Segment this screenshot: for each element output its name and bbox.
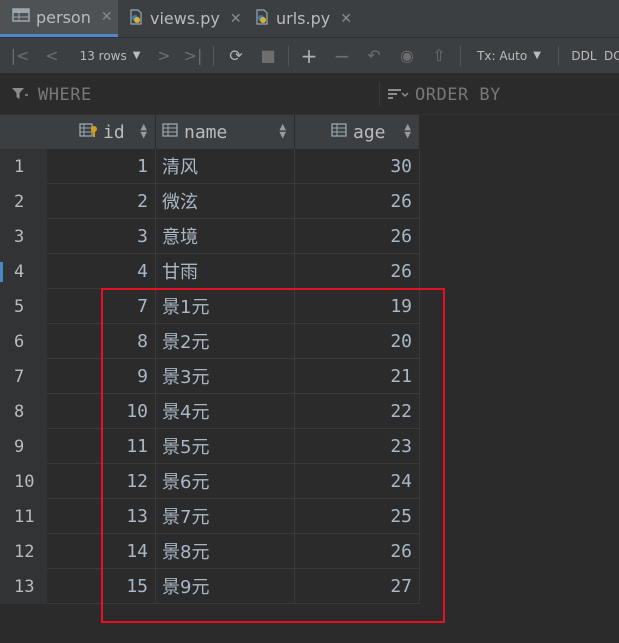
filter-icon xyxy=(11,86,29,106)
row-number: 4 xyxy=(0,254,47,289)
close-icon[interactable]: ✕ xyxy=(101,9,113,25)
cell-age[interactable]: 26 xyxy=(295,184,420,219)
current-row-marker xyxy=(0,262,3,282)
last-page-icon[interactable]: >| xyxy=(180,38,206,73)
rows-count-dropdown[interactable]: 13 rows ▼ xyxy=(70,38,150,73)
sort-icon xyxy=(387,86,409,106)
python-file-icon xyxy=(128,8,144,29)
cell-name[interactable]: 微泫 xyxy=(156,184,295,219)
tx-mode-label: Tx: Auto xyxy=(477,48,528,63)
sort-toggle-icon[interactable]: ▲ ▼ xyxy=(279,121,286,140)
row-number: 10 xyxy=(0,464,47,499)
row-number: 3 xyxy=(0,219,47,254)
tab-urls-py[interactable]: urls.py ✕ xyxy=(254,0,364,37)
filter-divider xyxy=(379,82,380,106)
cell-name[interactable]: 意境 xyxy=(156,219,295,254)
primary-key-column-icon xyxy=(79,122,99,143)
cell-id[interactable]: 3 xyxy=(47,219,156,254)
row-number: 2 xyxy=(0,184,47,219)
cell-name[interactable]: 甘雨 xyxy=(156,254,295,289)
revert-icon[interactable]: ↶ xyxy=(362,38,386,73)
dc-button[interactable]: DC xyxy=(604,38,619,73)
column-header-label: age xyxy=(353,121,386,143)
tab-label: person xyxy=(36,7,91,27)
row-number: 1 xyxy=(0,149,47,184)
dc-label: DC xyxy=(604,48,619,63)
row-number: 11 xyxy=(0,499,47,534)
tab-label: urls.py xyxy=(276,9,331,28)
rows-count-label: 13 rows xyxy=(79,48,127,63)
column-header-id[interactable]: id ▲ ▼ xyxy=(47,115,156,149)
column-header-name[interactable]: name ▲ ▼ xyxy=(156,115,295,149)
cell-id[interactable]: 1 xyxy=(47,149,156,184)
submit-icon[interactable]: ◉ xyxy=(395,38,419,73)
toolbar-divider xyxy=(460,46,461,66)
column-header-label: id xyxy=(103,121,125,143)
delete-row-icon[interactable]: − xyxy=(330,38,354,73)
upload-icon[interactable]: ⇧ xyxy=(427,38,451,73)
stop-icon[interactable]: ■ xyxy=(256,38,280,73)
previous-page-icon[interactable]: < xyxy=(40,38,64,73)
cell-age[interactable]: 26 xyxy=(295,219,420,254)
cell-name[interactable]: 清风 xyxy=(156,149,295,184)
python-file-icon xyxy=(254,8,270,29)
add-row-icon[interactable]: + xyxy=(297,38,321,73)
highlight-box xyxy=(101,288,445,623)
row-number: 8 xyxy=(0,394,47,429)
row-number: 6 xyxy=(0,324,47,359)
ddl-button[interactable]: DDL xyxy=(566,38,602,73)
grid-corner xyxy=(0,115,47,149)
next-page-icon[interactable]: > xyxy=(152,38,176,73)
close-icon[interactable]: ✕ xyxy=(230,11,242,27)
row-number: 13 xyxy=(0,569,47,604)
cell-age[interactable]: 30 xyxy=(295,149,420,184)
toolbar-divider xyxy=(213,46,214,66)
tab-person[interactable]: person ✕ xyxy=(0,0,118,37)
chevron-down-icon: ▼ xyxy=(533,50,541,61)
column-icon xyxy=(162,122,178,143)
first-page-icon[interactable]: |< xyxy=(8,38,32,73)
close-icon[interactable]: ✕ xyxy=(340,11,352,27)
filter-bar: WHERE ORDER BY xyxy=(0,74,619,115)
order-by-input[interactable]: ORDER BY xyxy=(415,85,501,105)
editor-tab-bar: person ✕ views.py ✕ urls.py ✕ xyxy=(0,0,619,38)
refresh-icon[interactable]: ⟳ xyxy=(224,38,248,73)
row-number: 9 xyxy=(0,429,47,464)
column-header-label: name xyxy=(184,121,228,143)
tab-views-py[interactable]: views.py ✕ xyxy=(128,0,246,37)
sort-toggle-icon[interactable]: ▲ ▼ xyxy=(140,121,147,140)
sort-toggle-icon[interactable]: ▲ ▼ xyxy=(404,121,411,140)
table-icon xyxy=(12,7,30,27)
ddl-label: DDL xyxy=(571,48,597,63)
column-icon xyxy=(331,122,347,143)
row-number: 5 xyxy=(0,289,47,324)
cell-id[interactable]: 2 xyxy=(47,184,156,219)
column-header-age[interactable]: age ▲ ▼ xyxy=(295,115,420,149)
row-number: 12 xyxy=(0,534,47,569)
tab-label: views.py xyxy=(150,9,220,28)
where-input[interactable]: WHERE xyxy=(38,85,92,105)
cell-age[interactable]: 26 xyxy=(295,254,420,289)
row-number: 7 xyxy=(0,359,47,394)
transaction-mode-dropdown[interactable]: Tx: Auto ▼ xyxy=(468,38,550,73)
toolbar-divider xyxy=(558,46,559,66)
toolbar-divider xyxy=(288,46,289,66)
cell-id[interactable]: 4 xyxy=(47,254,156,289)
data-toolbar: |< < 13 rows ▼ > >| ⟳ ■ + − ↶ ◉ ⇧ Tx: Au… xyxy=(0,38,619,74)
chevron-down-icon: ▼ xyxy=(132,50,141,61)
